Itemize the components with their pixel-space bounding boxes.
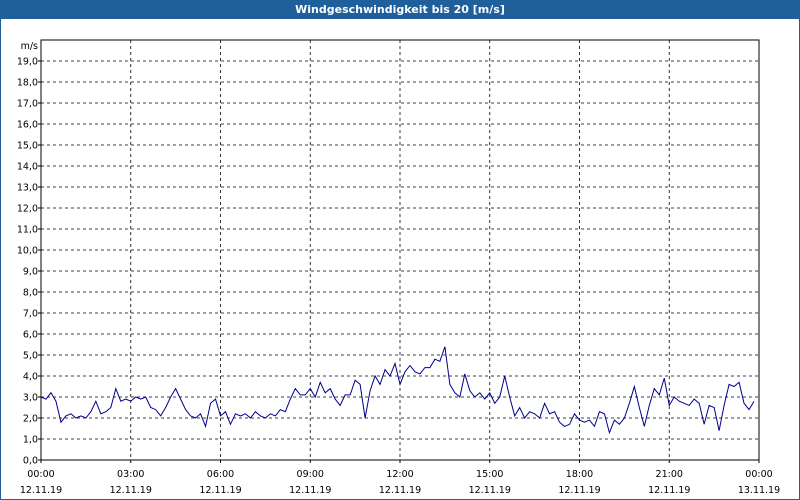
y-tick-label: 13,0 [17, 183, 38, 194]
y-tick-label: 14,0 [17, 162, 38, 173]
y-tick-label: 9,0 [23, 267, 38, 278]
x-tick-time-label: 03:00 [117, 469, 144, 480]
x-tick-date-label: 12.11.19 [379, 485, 421, 496]
x-tick-time-label: 15:00 [476, 469, 503, 480]
y-axis-ticks: 0,0 1,0 2,0 3,0 4,0 5,0 6,0 7,0 8,0 9,0 10,0 11,0 12… [17, 57, 41, 467]
y-tick-label: 0,0 [23, 456, 38, 467]
y-tick-label: 15,0 [17, 141, 38, 152]
y-tick-label: 17,0 [17, 99, 38, 110]
x-tick-time-label: 18:00 [566, 469, 593, 480]
y-tick-label: 12,0 [17, 204, 38, 215]
x-tick-date-label: 12.11.19 [648, 485, 690, 496]
x-tick-time-label: 21:00 [656, 469, 683, 480]
y-tick-label: 6,0 [23, 330, 38, 341]
x-tick-time-label: 12:00 [386, 469, 413, 480]
x-tick-date-label: 12.11.19 [20, 485, 62, 496]
x-tick-time-label: 00:00 [745, 469, 772, 480]
x-axis-ticks: 00:00 12.11.19 03:00 12.11.19 06:00 12.11.19 0… [20, 460, 780, 496]
y-tick-label: 2,0 [23, 414, 38, 425]
y-tick-label: 4,0 [23, 372, 38, 383]
chart-title: Windgeschwindigkeit bis 20 [m/s] [1, 1, 799, 19]
y-tick-label: 18,0 [17, 78, 38, 89]
y-tick-label: 11,0 [17, 225, 38, 236]
x-tick-date-label: 12.11.19 [199, 485, 241, 496]
y-tick-label: 7,0 [23, 309, 38, 320]
y-axis-label: m/s [21, 41, 38, 52]
x-tick-time-label: 06:00 [207, 469, 234, 480]
y-tick-label: 8,0 [23, 288, 38, 299]
y-tick-label: 5,0 [23, 351, 38, 362]
y-tick-label: 19,0 [17, 57, 38, 68]
y-tick-label: 16,0 [17, 120, 38, 131]
y-tick-label: 1,0 [23, 435, 38, 446]
x-tick-date-label: 12.11.19 [469, 485, 511, 496]
y-tick-label: 3,0 [23, 393, 38, 404]
x-tick-date-label: 12.11.19 [110, 485, 152, 496]
x-tick-date-label: 13.11.19 [738, 485, 780, 496]
x-tick-date-label: 12.11.19 [289, 485, 331, 496]
x-tick-time-label: 00:00 [27, 469, 54, 480]
chart-window: Windgeschwindigkeit bis 20 [m/s] m/s 0,0… [0, 0, 800, 500]
y-tick-label: 10,0 [17, 246, 38, 257]
x-tick-time-label: 09:00 [297, 469, 324, 480]
x-tick-date-label: 12.11.19 [558, 485, 600, 496]
chart-canvas: m/s 0,0 1,0 2,0 3,0 4,0 5,0 6,0 7,0 8,0 9,0 10,0 11… [17, 39, 780, 496]
